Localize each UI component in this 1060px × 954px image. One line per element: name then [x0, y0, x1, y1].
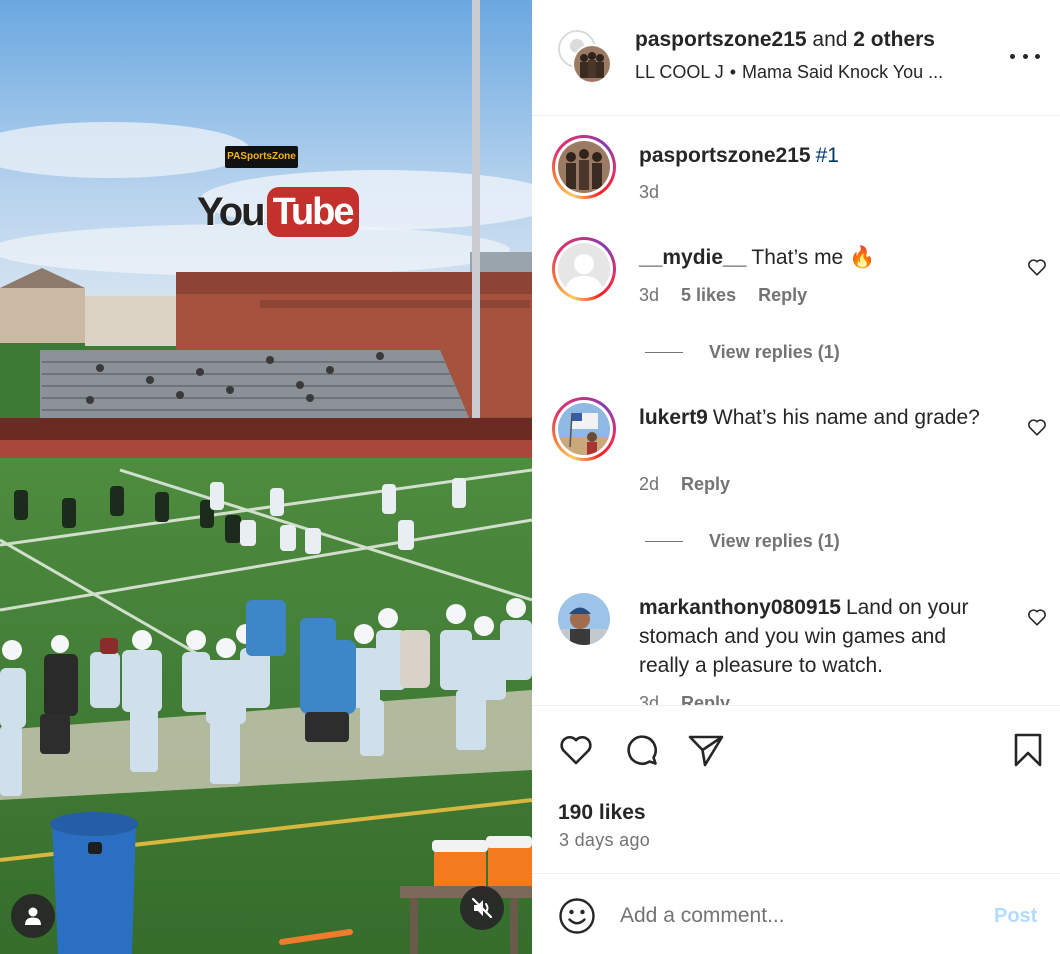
post-details-panel: pasportszone215 and 2 others LL COOL J • M… — [532, 0, 1060, 954]
comment-likes[interactable]: 5 likes — [681, 285, 736, 305]
more-dot — [1035, 53, 1040, 59]
add-comment-input[interactable] — [620, 896, 970, 936]
comment-text: lukert9 What’s his name and grade? — [639, 403, 999, 432]
reply-button[interactable]: Reply — [681, 693, 730, 705]
comment-body: That’s me 🔥 — [751, 246, 876, 269]
comment-username[interactable]: markanthony080915 — [639, 596, 841, 619]
comment-avatar — [558, 243, 610, 295]
comment-row: markanthony080915 Land on your stomach an… — [532, 587, 1060, 705]
reply-button[interactable]: Reply — [758, 285, 807, 305]
likes-count[interactable]: 190 likes — [558, 801, 646, 825]
pasportszone-watermark: PASportsZone — [225, 146, 298, 168]
comment-meta: 3d 5 likes Reply — [639, 285, 829, 306]
reply-button[interactable]: Reply — [681, 474, 730, 494]
caption-avatar — [558, 141, 610, 193]
comment-avatar[interactable] — [558, 593, 610, 645]
comment-meta: 2d Reply — [639, 474, 752, 495]
post-date[interactable]: 3 days ago — [559, 830, 650, 851]
more-options-button[interactable] — [1010, 48, 1040, 64]
caption-avatar-ring[interactable] — [552, 135, 616, 199]
comment-row: lukert9 What’s his name and grade? 2d Repl… — [532, 397, 1060, 557]
comment-username[interactable]: __mydie__ — [639, 246, 746, 269]
view-replies-button[interactable]: View replies (1) — [645, 342, 840, 363]
bookmark-icon[interactable] — [1008, 730, 1048, 770]
mute-toggle-button[interactable] — [460, 886, 504, 930]
comment-meta: 3d Reply — [639, 693, 752, 705]
replies-divider — [645, 352, 683, 353]
comment-time[interactable]: 3d — [639, 693, 659, 705]
caption-username[interactable]: pasportszone215 — [639, 144, 811, 167]
youtube-watermark: You Tube — [197, 186, 359, 238]
heart-icon[interactable] — [556, 730, 596, 770]
comment-like-heart-icon[interactable] — [1026, 256, 1048, 278]
header-and: and — [812, 28, 848, 51]
collab-avatars[interactable] — [558, 30, 614, 86]
comment-username[interactable]: lukert9 — [639, 406, 708, 429]
caption-row: pasportszone215 #1 3d — [532, 135, 1060, 225]
comment-text: markanthony080915 Land on your stomach an… — [639, 593, 999, 680]
author-avatar — [572, 44, 612, 84]
comment-avatar-ring[interactable] — [552, 397, 616, 461]
comment-bubble-icon[interactable] — [622, 730, 662, 770]
comments-list[interactable]: pasportszone215 #1 3d __mydie__ That’s me … — [532, 117, 1060, 705]
post-header: pasportszone215 and 2 others LL COOL J • M… — [532, 0, 1060, 116]
more-dot — [1022, 53, 1028, 59]
post-comment-button[interactable]: Post — [994, 905, 1037, 928]
youtube-watermark-you: You — [197, 189, 266, 234]
more-horizontal-icon — [1010, 53, 1015, 59]
send-paper-plane-icon[interactable] — [686, 730, 726, 770]
emoji-smiley-icon[interactable] — [558, 897, 596, 935]
audio-separator: • — [729, 62, 737, 82]
audio-track[interactable]: LL COOL J • Mama Said Knock You ... — [635, 62, 943, 83]
view-replies-label: View replies (1) — [709, 531, 840, 551]
comment-text: __mydie__ That’s me 🔥 — [639, 243, 999, 272]
header-username[interactable]: pasportszone215 — [635, 28, 807, 51]
caption-meta: 3d — [639, 182, 681, 203]
video-frame — [0, 0, 532, 954]
audio-title: Mama Said Knock You ... — [742, 62, 944, 82]
header-authors: pasportszone215 and 2 others — [635, 28, 935, 52]
comment-avatar — [558, 403, 610, 455]
comment-body: What’s his name and grade? — [712, 406, 980, 429]
user-icon — [25, 907, 41, 925]
caption-text: pasportszone215 #1 — [639, 141, 999, 170]
comment-like-heart-icon[interactable] — [1026, 416, 1048, 438]
replies-divider — [645, 541, 683, 542]
speaker-muted-icon — [471, 897, 493, 919]
comment-row: __mydie__ That’s me 🔥 3d 5 likes Reply View… — [532, 237, 1060, 367]
post-actions: 190 likes 3 days ago — [532, 705, 1060, 873]
comment-time[interactable]: 3d — [639, 285, 659, 305]
comment-avatar-ring[interactable] — [552, 237, 616, 301]
tagged-users-button[interactable] — [11, 894, 55, 938]
caption-hashtag[interactable]: #1 — [816, 144, 839, 167]
add-comment-bar: Post — [532, 873, 1060, 954]
header-others[interactable]: 2 others — [853, 28, 935, 51]
caption-time[interactable]: 3d — [639, 182, 659, 202]
youtube-watermark-tube: Tube — [266, 187, 359, 237]
view-replies-label: View replies (1) — [709, 342, 840, 362]
video-player[interactable]: PASportsZone You Tube — [0, 0, 532, 954]
comment-time[interactable]: 2d — [639, 474, 659, 494]
comment-like-heart-icon[interactable] — [1026, 606, 1048, 628]
audio-artist: LL COOL J — [635, 62, 724, 82]
view-replies-button[interactable]: View replies (1) — [645, 531, 840, 552]
